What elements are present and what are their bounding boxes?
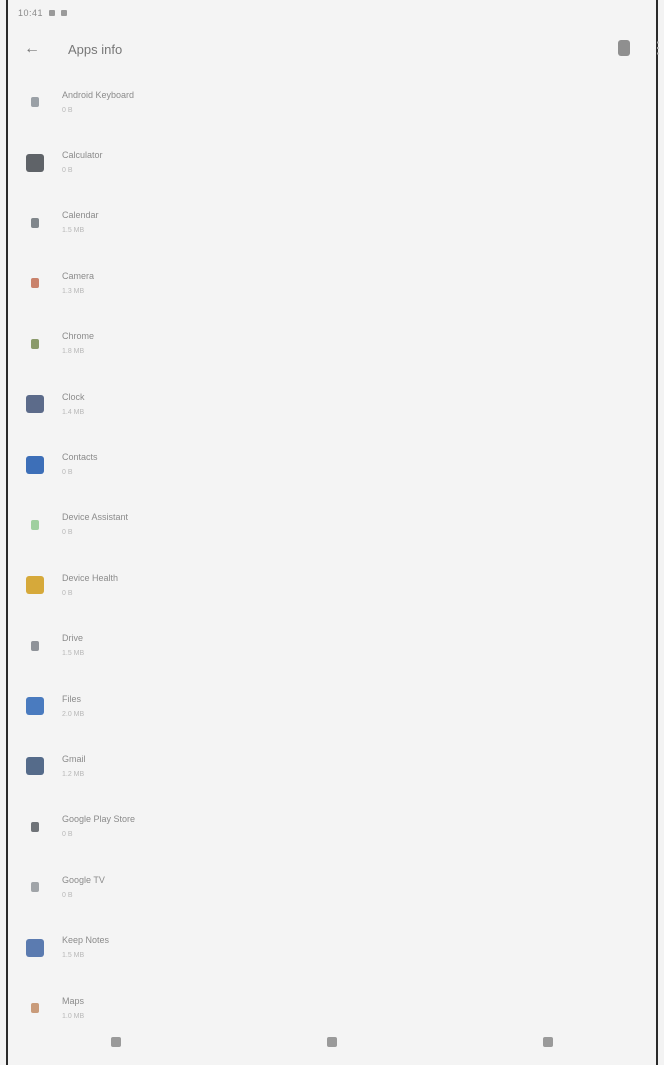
play-store-icon bbox=[31, 821, 39, 832]
app-bar: ← Apps info ⋮ bbox=[8, 26, 664, 72]
app-list-item[interactable]: Calculator 0 B bbox=[8, 132, 656, 192]
app-list-item[interactable]: Drive 1.5 MB bbox=[8, 616, 656, 676]
device-frame: 10:41 ← Apps info ⋮ Android Keyboard 0 BC… bbox=[6, 0, 664, 1065]
app-size: 1.2 MB bbox=[62, 770, 85, 778]
tv-icon bbox=[31, 882, 39, 893]
app-text-group: Google TV 0 B bbox=[62, 875, 105, 900]
app-list-item[interactable]: Device Health 0 B bbox=[8, 555, 656, 615]
notification-icon bbox=[49, 10, 56, 16]
drive-icon bbox=[31, 640, 39, 651]
app-list-item[interactable]: Keep Notes 1.5 MB bbox=[8, 917, 656, 977]
app-size: 1.5 MB bbox=[62, 952, 85, 960]
app-list-item[interactable]: Gmail 1.2 MB bbox=[8, 736, 656, 796]
app-name: Maps bbox=[62, 995, 85, 1006]
app-size: 0 B bbox=[62, 831, 73, 839]
app-name: Calendar bbox=[62, 210, 99, 221]
app-text-group: Device Health 0 B bbox=[62, 573, 118, 598]
app-list-item[interactable]: Contacts 0 B bbox=[8, 434, 656, 494]
app-name: Android Keyboard bbox=[62, 89, 135, 100]
status-time: 10:41 bbox=[18, 8, 44, 18]
app-list-item[interactable]: Google Play Store 0 B bbox=[8, 797, 656, 857]
calendar-icon bbox=[31, 217, 39, 228]
app-name: Contacts bbox=[62, 452, 98, 463]
app-list-item[interactable]: Calendar 1.5 MB bbox=[8, 193, 656, 253]
maps-icon bbox=[31, 1003, 39, 1014]
app-size: 0 B bbox=[62, 469, 73, 477]
app-size: 0 B bbox=[62, 529, 73, 537]
app-name: Google TV bbox=[62, 874, 105, 885]
keep-icon bbox=[26, 938, 44, 957]
app-name: Chrome bbox=[62, 331, 95, 342]
app-text-group: Google Play Store 0 B bbox=[62, 814, 135, 839]
app-text-group: Device Assistant 0 B bbox=[62, 512, 128, 537]
app-name: Camera bbox=[62, 270, 95, 281]
camera-icon bbox=[31, 278, 39, 289]
app-text-group: Maps 1.0 MB bbox=[62, 996, 84, 1021]
app-list-item[interactable]: Files 2.0 MB bbox=[8, 676, 656, 736]
app-size: 1.5 MB bbox=[62, 650, 85, 658]
app-text-group: Files 2.0 MB bbox=[62, 694, 84, 719]
app-size: 0 B bbox=[62, 106, 73, 114]
status-bar: 10:41 bbox=[8, 0, 656, 26]
app-name: Calculator bbox=[62, 150, 103, 161]
app-name: Device Assistant bbox=[62, 512, 129, 523]
health-icon bbox=[26, 576, 44, 595]
app-list-item[interactable]: Device Assistant 0 B bbox=[8, 495, 656, 555]
apps-list: Android Keyboard 0 B Calculator 0 B Calendar… bbox=[8, 72, 656, 1038]
app-name: Clock bbox=[62, 391, 85, 402]
app-text-group: Gmail 1.2 MB bbox=[62, 754, 86, 779]
page-title: Apps info bbox=[68, 41, 123, 57]
search-icon[interactable] bbox=[618, 40, 630, 56]
app-list-item[interactable]: Chrome 1.8 MB bbox=[8, 314, 656, 374]
app-size: 2.0 MB bbox=[62, 710, 85, 718]
chrome-icon bbox=[31, 338, 39, 349]
app-text-group: Clock 1.4 MB bbox=[62, 392, 85, 417]
app-name: Files bbox=[62, 693, 82, 704]
app-name: Google Play Store bbox=[62, 814, 136, 825]
more-options-icon[interactable]: ⋮ bbox=[650, 38, 664, 60]
calculator-icon bbox=[26, 153, 44, 172]
app-text-group: Keep Notes 1.5 MB bbox=[62, 935, 109, 960]
nav-recents-icon[interactable] bbox=[543, 1037, 553, 1047]
nav-home-icon[interactable] bbox=[327, 1037, 337, 1047]
app-name: Keep Notes bbox=[62, 935, 110, 946]
keyboard-icon bbox=[31, 97, 39, 108]
app-list-item[interactable]: Camera 1.3 MB bbox=[8, 253, 656, 313]
app-name: Drive bbox=[62, 633, 84, 644]
app-size: 0 B bbox=[62, 891, 73, 899]
app-text-group: Calculator 0 B bbox=[62, 150, 103, 175]
app-text-group: Contacts 0 B bbox=[62, 452, 98, 477]
app-name: Gmail bbox=[62, 753, 86, 764]
app-list-item[interactable]: Android Keyboard 0 B bbox=[8, 72, 656, 132]
app-size: 0 B bbox=[62, 167, 73, 175]
gmail-icon bbox=[26, 757, 44, 776]
app-text-group: Drive 1.5 MB bbox=[62, 633, 84, 658]
app-text-group: Android Keyboard 0 B bbox=[62, 90, 134, 115]
files-icon bbox=[26, 697, 44, 716]
assistant-icon bbox=[31, 519, 39, 530]
app-size: 0 B bbox=[62, 589, 73, 597]
system-navigation-bar bbox=[8, 1019, 656, 1065]
app-text-group: Camera 1.3 MB bbox=[62, 271, 94, 296]
notification-icon bbox=[61, 10, 68, 16]
contacts-icon bbox=[26, 455, 44, 474]
app-list-item[interactable]: Google TV 0 B bbox=[8, 857, 656, 917]
nav-back-icon[interactable] bbox=[111, 1037, 121, 1047]
app-size: 1.3 MB bbox=[62, 287, 85, 295]
clock-icon bbox=[26, 395, 44, 414]
app-size: 1.4 MB bbox=[62, 408, 85, 416]
app-text-group: Calendar 1.5 MB bbox=[62, 210, 99, 235]
app-size: 1.8 MB bbox=[62, 348, 85, 356]
app-text-group: Chrome 1.8 MB bbox=[62, 331, 94, 356]
app-size: 1.5 MB bbox=[62, 227, 85, 235]
back-arrow-icon[interactable]: ← bbox=[18, 35, 46, 63]
app-name: Device Health bbox=[62, 572, 119, 583]
app-list-item[interactable]: Clock 1.4 MB bbox=[8, 374, 656, 434]
